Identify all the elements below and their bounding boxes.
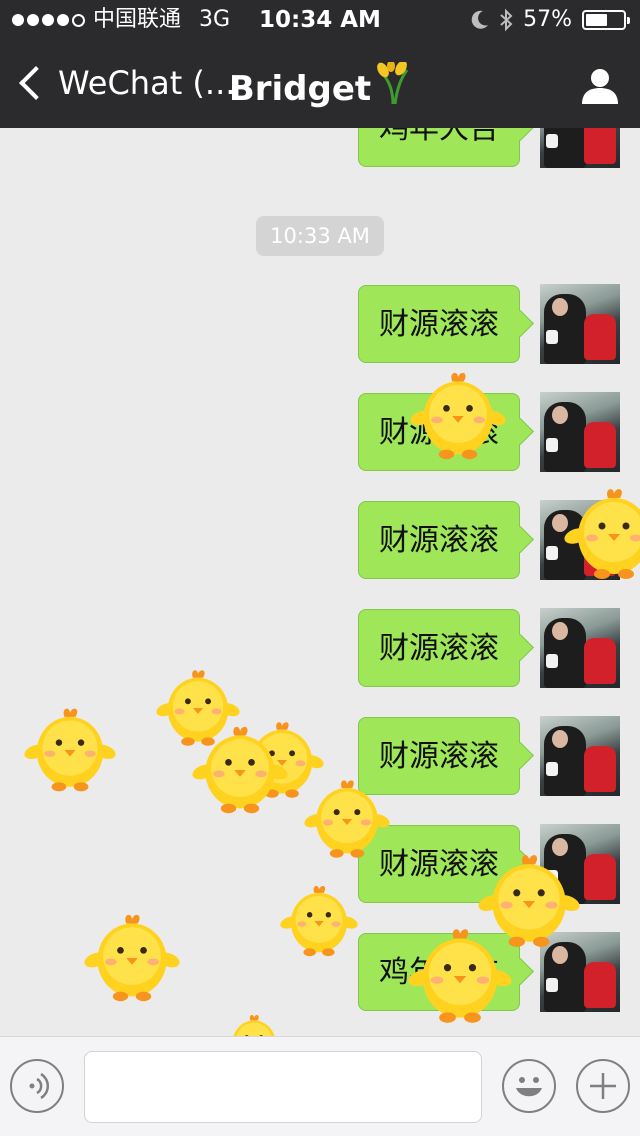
- nav-bar: WeChat (... Bridget: [0, 40, 640, 128]
- voice-icon: [29, 1072, 50, 1100]
- message-row: 财源滚滚: [358, 608, 620, 688]
- voice-button[interactable]: [10, 1059, 64, 1113]
- avatar[interactable]: [540, 608, 620, 688]
- message-input[interactable]: [84, 1051, 482, 1123]
- chick-icon: [408, 924, 512, 1028]
- battery-percent: 57%: [523, 7, 572, 32]
- chick-icon: [410, 368, 506, 464]
- avatar[interactable]: [540, 284, 620, 364]
- chick-icon: [192, 722, 288, 818]
- chat-title: Bridget: [0, 62, 640, 109]
- message-row: 财源滚滚: [358, 284, 620, 364]
- bluetooth-icon: [500, 8, 513, 32]
- avatar[interactable]: [540, 392, 620, 472]
- input-bar: [0, 1036, 640, 1136]
- battery-icon: [582, 10, 630, 30]
- chick-icon: [564, 484, 640, 584]
- avatar[interactable]: [540, 716, 620, 796]
- chick-icon: [84, 910, 180, 1006]
- top-bar: 中国联通 3G 10:34 AM 57% WeChat (... Bridget: [0, 0, 640, 128]
- message-bubble[interactable]: 财源滚滚: [358, 501, 520, 579]
- message-bubble[interactable]: 财源滚滚: [358, 609, 520, 687]
- chick-icon: [280, 882, 358, 960]
- rice-plant-icon: [377, 62, 409, 104]
- emoji-button[interactable]: [502, 1059, 556, 1113]
- timestamp: 10:33 AM: [256, 216, 384, 256]
- message-row: 财源滚滚: [358, 716, 620, 796]
- moon-icon: [471, 10, 489, 29]
- chick-icon: [24, 704, 116, 796]
- status-bar: 中国联通 3G 10:34 AM 57%: [0, 0, 640, 40]
- emoji-icon: [516, 1077, 542, 1097]
- plus-icon: [590, 1073, 616, 1099]
- plus-button[interactable]: [576, 1059, 630, 1113]
- contact-name: Bridget: [228, 69, 372, 109]
- person-icon[interactable]: [580, 66, 620, 106]
- message-bubble[interactable]: 财源滚滚: [358, 285, 520, 363]
- chick-icon: [304, 776, 390, 862]
